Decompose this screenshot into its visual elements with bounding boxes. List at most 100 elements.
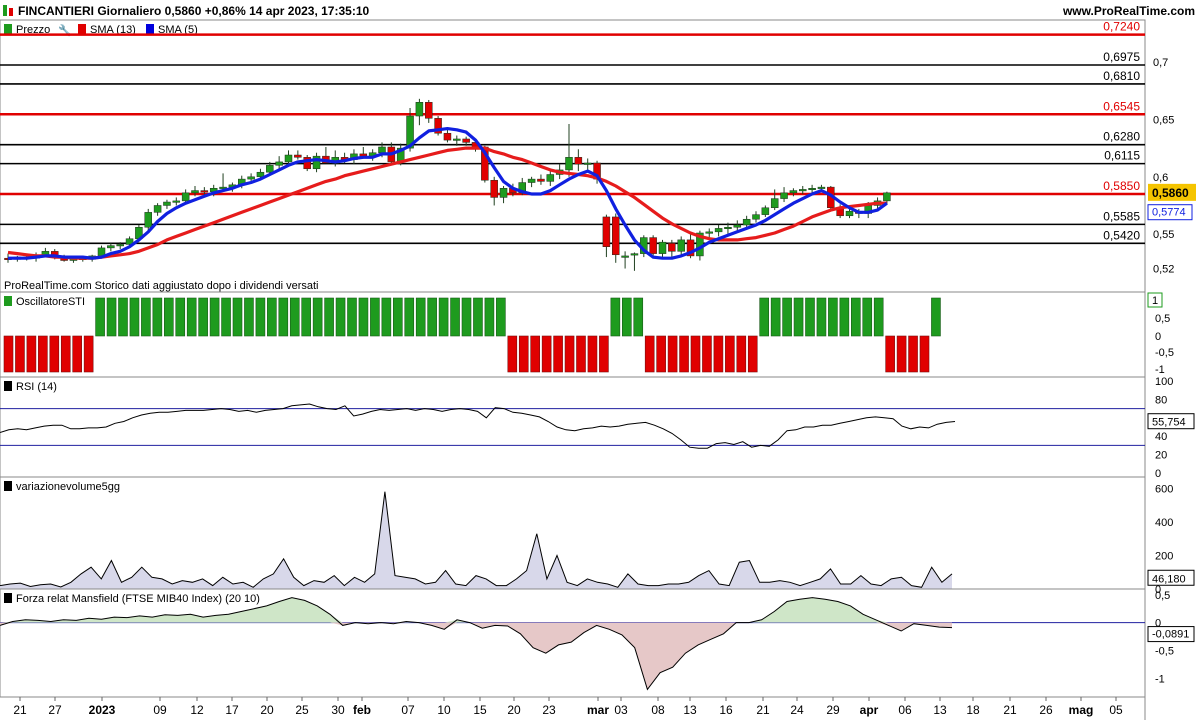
- sti-bar: [450, 297, 460, 337]
- x-tick-label: 12: [190, 703, 204, 717]
- x-tick-label: 21: [1003, 703, 1017, 717]
- candle-body: [724, 227, 732, 230]
- candle-body: [490, 179, 498, 198]
- sti-bar: [828, 297, 838, 337]
- vol-ytick: 600: [1155, 483, 1173, 495]
- rsi-swatch: [4, 381, 12, 391]
- x-tick-label: 05: [1109, 703, 1123, 717]
- sti-bar: [564, 335, 575, 373]
- candle-body: [583, 162, 592, 165]
- sti-bar: [782, 297, 792, 337]
- candle-body: [630, 253, 639, 256]
- sti-bar: [152, 297, 163, 337]
- price-ytick: 0,7: [1153, 57, 1168, 69]
- sti-ytick: 0: [1155, 331, 1161, 343]
- sti-bar: [484, 297, 495, 337]
- sti-bar: [209, 297, 220, 337]
- sti-bar: [129, 297, 140, 337]
- x-tick-label: 16: [719, 703, 733, 717]
- x-tick-label: 15: [473, 703, 487, 717]
- x-tick-label: 06: [898, 703, 912, 717]
- x-tick-label: 08: [651, 703, 665, 717]
- vol-layer: 600400200046,180: [0, 483, 1195, 596]
- level-label: 0,6545: [1103, 99, 1140, 113]
- sti-bar: [862, 297, 873, 337]
- x-tick-label: 20: [507, 703, 521, 717]
- header-brand[interactable]: www.ProRealTime.com: [1062, 4, 1195, 18]
- price-layer: 0,7240 0,6975 0,6810 0,6545 0,6280 0,6115 0,58…: [0, 20, 1196, 276]
- sti-bar: [667, 335, 678, 373]
- sti-bar: [656, 335, 666, 373]
- sti-bar: [873, 297, 884, 337]
- candle-body: [266, 165, 274, 173]
- x-tick-label: 30: [331, 703, 345, 717]
- rsi-ytick: 40: [1155, 431, 1167, 443]
- candle-body: [742, 218, 751, 226]
- x-tick-label: 18: [966, 703, 980, 717]
- sma13-line: [7, 146, 887, 260]
- candle-body: [761, 207, 770, 215]
- candle-body: [677, 239, 685, 252]
- candle-body: [41, 251, 50, 256]
- rsi-panel: [0, 376, 1146, 478]
- x-tick-label: 20: [260, 703, 274, 717]
- x-tick-label: 03: [614, 703, 628, 717]
- x-tick-label: 29: [826, 703, 840, 717]
- candle-body: [752, 214, 760, 220]
- candle-body: [107, 245, 115, 249]
- sti-bar: [358, 297, 369, 337]
- sti-bar: [60, 335, 71, 373]
- x-tick-label: 2023: [89, 703, 116, 717]
- candle-body: [275, 161, 283, 166]
- sti-bar: [415, 297, 426, 337]
- level-label: 0,6975: [1103, 50, 1140, 64]
- sti-bar: [553, 335, 563, 373]
- x-tick-label: 23: [542, 703, 556, 717]
- sti-bar: [232, 297, 243, 337]
- price-ytick: 0,65: [1153, 114, 1174, 126]
- sti-bar: [301, 297, 312, 337]
- candle-body: [770, 198, 779, 209]
- sti-bar: [713, 335, 724, 373]
- sti-bar: [507, 335, 518, 373]
- sti-bar: [621, 297, 632, 337]
- sti-bar: [587, 335, 598, 373]
- level-label: 0,6810: [1103, 69, 1140, 83]
- vol-ytick: 200: [1155, 550, 1173, 562]
- x-tick-label: apr: [860, 703, 879, 717]
- sti-title: OscillatoreSTI: [16, 296, 85, 308]
- volume-area: [0, 491, 952, 589]
- candle-body: [808, 188, 816, 191]
- level-label: 0,5585: [1103, 209, 1140, 223]
- mf-ytick: -1: [1155, 673, 1165, 685]
- vol-ytick: 400: [1155, 517, 1173, 529]
- sti-bar: [633, 297, 644, 337]
- candle-body: [668, 243, 676, 252]
- candle-body: [415, 102, 424, 117]
- sti-bar: [72, 335, 82, 373]
- sti-layer: 0,5 0 -0,5 -1 1: [3, 292, 1174, 376]
- mf-ytick: 0,5: [1155, 590, 1170, 602]
- rsi-title: RSI (14): [16, 381, 57, 393]
- candle-body: [537, 178, 545, 182]
- legend-prezzo-swatch: [4, 24, 12, 34]
- sti-bar: [599, 335, 609, 373]
- x-tick-label: 21: [756, 703, 770, 717]
- sti-bar: [725, 335, 735, 373]
- sti-bar: [255, 297, 266, 337]
- sti-bar: [679, 335, 689, 373]
- level-label: 0,5420: [1103, 228, 1140, 242]
- candle-body: [378, 146, 386, 153]
- vol-title: variazionevolume5gg: [16, 481, 120, 493]
- candle-body: [200, 190, 209, 193]
- candle-body: [443, 132, 452, 141]
- mf-swatch: [4, 593, 12, 603]
- mf-ytick: -0,5: [1155, 645, 1174, 657]
- sti-bar: [793, 297, 804, 337]
- sti-bar: [473, 297, 483, 337]
- sti-bar: [438, 297, 449, 337]
- sti-bar: [15, 335, 25, 373]
- candle-body: [181, 192, 190, 202]
- vol-swatch: [4, 481, 12, 491]
- sti-bar: [770, 297, 781, 337]
